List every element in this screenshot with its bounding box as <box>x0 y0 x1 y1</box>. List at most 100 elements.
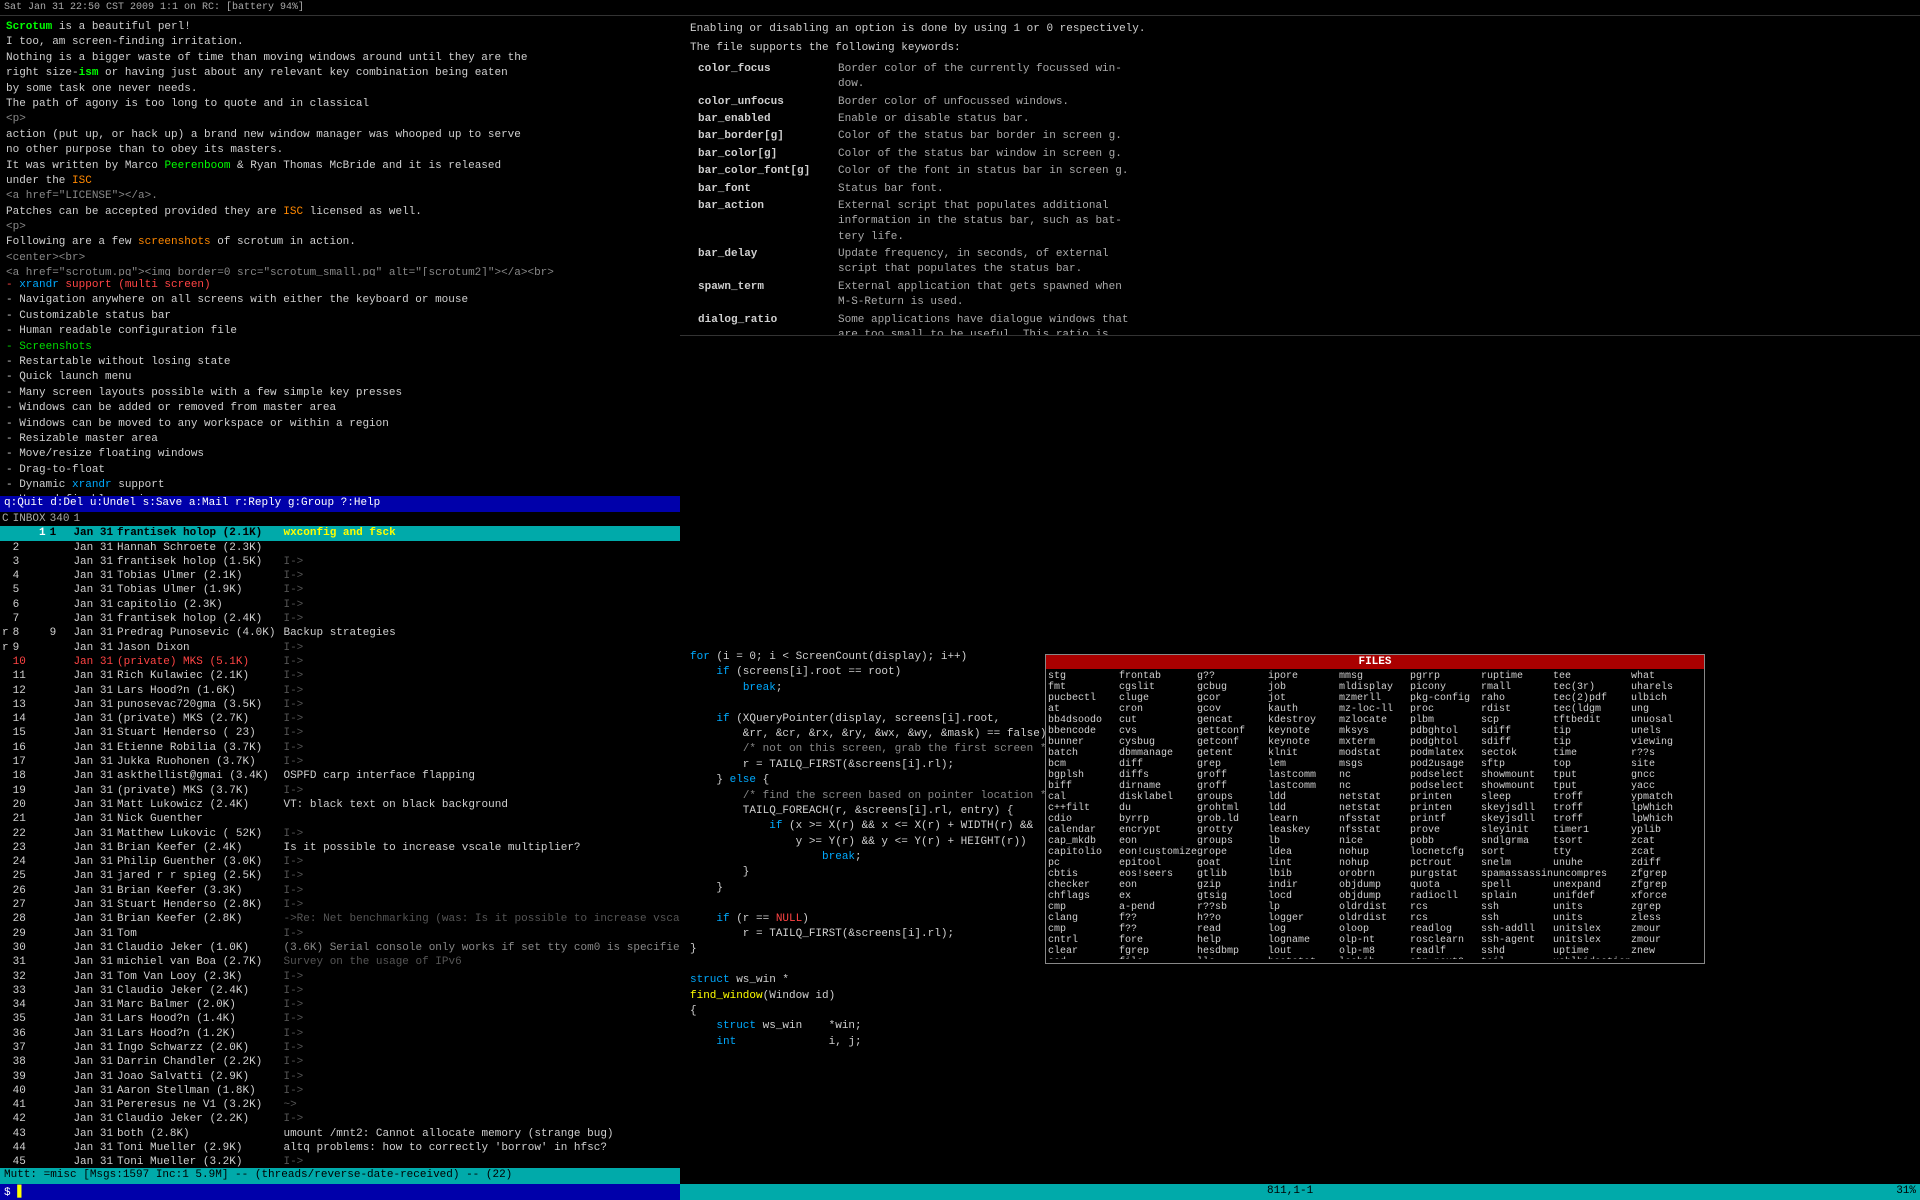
file-item: hoststat <box>1268 957 1339 959</box>
file-item: r??sb <box>1197 902 1268 913</box>
file-item: frontab <box>1119 671 1197 682</box>
vim-status-bar: 811,1-1 31% <box>680 1184 1920 1200</box>
file-item: lb <box>1268 836 1339 847</box>
mutt-msg-row[interactable]: 5 Jan 31Tobias Ulmer (1.9K)I-> <box>0 583 680 597</box>
file-item: zmour <box>1631 924 1702 935</box>
mutt-inbox[interactable]: C INBOX 340 1 1 1 Jan 31 <box>0 512 680 1168</box>
mutt-msg-row[interactable]: 36 Jan 31Lars Hood?n (1.2K)I-> <box>0 1027 680 1041</box>
mutt-msg-row[interactable]: 14 Jan 31(private) MKS (2.7K)I-> <box>0 712 680 726</box>
file-item: unels <box>1631 726 1702 737</box>
file-item: nc <box>1339 770 1410 781</box>
mutt-msg-row[interactable]: 18 Jan 31askthellist@gmai (3.4K)OSPFD ca… <box>0 769 680 783</box>
file-item: pgrrp <box>1410 671 1481 682</box>
file-item: nfsstat <box>1339 825 1410 836</box>
mutt-msg-row[interactable]: 26 Jan 31Brian Keefer (3.3K)I-> <box>0 884 680 898</box>
mutt-msg-row[interactable]: 2 Jan 31Hannah Schroete (2.3K) <box>0 541 680 555</box>
files-overlay: FILES stg frontab g?? ipore mmsg pgrrp r… <box>1045 654 1705 964</box>
file-item: time <box>1553 748 1631 759</box>
file-item: grep <box>1197 759 1268 770</box>
file-item: cron <box>1119 704 1197 715</box>
file-item: site <box>1631 759 1702 770</box>
mutt-msg-row[interactable]: 20 Jan 31Matt Lukowicz (2.4K)VT: black t… <box>0 798 680 812</box>
file-item: pc <box>1048 858 1119 869</box>
file-item: keynote <box>1268 726 1339 737</box>
mutt-msg-row[interactable]: 41 Jan 31Pereresus ne V1 (3.2K)~> <box>0 1098 680 1112</box>
file-item: cgslit <box>1119 682 1197 693</box>
files-grid: stg frontab g?? ipore mmsg pgrrp ruptime… <box>1046 669 1704 959</box>
file-item: unifdef <box>1553 891 1631 902</box>
file-item: rcs <box>1410 913 1481 924</box>
file-item: clang <box>1048 913 1119 924</box>
mutt-msg-row[interactable]: 45 Jan 31Toni Mueller (3.2K)I-> <box>0 1155 680 1168</box>
mutt-msg-row[interactable]: 22 Jan 31Matthew Lukovic ( 52K)I-> <box>0 827 680 841</box>
mutt-msg-row[interactable]: 4 Jan 31Tobias Ulmer (2.1K)I-> <box>0 569 680 583</box>
file-item: skeyjsdll <box>1481 814 1553 825</box>
file-item: pdbghtol <box>1410 726 1481 737</box>
file-item: groff <box>1197 770 1268 781</box>
mutt-msg-row[interactable]: 32 Jan 31Tom Van Looy (2.3K)I-> <box>0 970 680 984</box>
mutt-msg-row[interactable]: 25 Jan 31jared r r spieg (2.5K)I-> <box>0 869 680 883</box>
file-item: mxterm <box>1339 737 1410 748</box>
mutt-msg-row[interactable]: 29 Jan 31TomI-> <box>0 927 680 941</box>
mutt-msg-row[interactable]: 15 Jan 31Stuart Henderso ( 23)I-> <box>0 726 680 740</box>
file-item: cysbug <box>1119 737 1197 748</box>
mutt-msg-row[interactable]: 37 Jan 31Ingo Schwarzz (2.0K)I-> <box>0 1041 680 1055</box>
mutt-msg-row[interactable]: 33 Jan 31Claudio Jeker (2.4K)I-> <box>0 984 680 998</box>
mutt-cmd[interactable]: $ ▋ <box>0 1184 680 1200</box>
mutt-msg-row[interactable]: 6 Jan 31capitolio (2.3K)I-> <box>0 598 680 612</box>
code-line: struct ws_win * <box>690 973 1910 988</box>
mutt-msg-row[interactable]: 30 Jan 31Claudio Jeker (1.0K)(3.6K) Seri… <box>0 941 680 955</box>
mutt-msg-row[interactable]: r89Jan 31Predrag Punosevic (4.0K)Backup … <box>0 626 680 640</box>
mutt-msg-row[interactable]: 12 Jan 31Lars Hood?n (1.6K)I-> <box>0 684 680 698</box>
file-item: sleyinit <box>1481 825 1553 836</box>
file-item <box>1631 957 1702 959</box>
file-item: tail <box>1481 957 1553 959</box>
mutt-msg-row[interactable]: 39 Jan 31Joao Salvatti (2.9K)I-> <box>0 1070 680 1084</box>
file-item: purgstat <box>1410 869 1481 880</box>
file-item: klnit <box>1268 748 1339 759</box>
mutt-msg-row[interactable]: 44 Jan 31Toni Mueller (2.9K)altq problem… <box>0 1141 680 1155</box>
mutt-msg-row[interactable]: 27 Jan 31Stuart Henderso (2.8K)I-> <box>0 898 680 912</box>
file-item: eos!seers <box>1119 869 1197 880</box>
mutt-bar: q:Quit d:Del u:Undel s:Save a:Mail r:Rep… <box>0 496 680 512</box>
file-item: epitool <box>1119 858 1197 869</box>
file-item: cmp <box>1048 924 1119 935</box>
mutt-msg-row[interactable]: 43 Jan 31both (2.8K)umount /mnt2: Cannot… <box>0 1127 680 1141</box>
mutt-msg-row[interactable]: 21 Jan 31Nick Guenther <box>0 812 680 826</box>
file-item: troff <box>1553 792 1631 803</box>
mutt-msg-row[interactable]: 28 Jan 31Brian Keefer (2.8K)->Re: Net be… <box>0 912 680 926</box>
mutt-msg-row[interactable]: 40 Jan 31Aaron Stellman (1.8K)I-> <box>0 1084 680 1098</box>
mutt-msg-row-selected[interactable]: 1 1 Jan 31 frantisek holop (2.1K) wxconf… <box>0 526 680 540</box>
file-item: ldd <box>1268 792 1339 803</box>
mutt-msg-row[interactable]: 16 Jan 31Etienne Robilia (3.7K)I-> <box>0 741 680 755</box>
file-item: podghtol <box>1410 737 1481 748</box>
mutt-msg-row[interactable]: 13 Jan 31punosevac720gma (3.5K)I-> <box>0 698 680 712</box>
file-item: logname <box>1268 935 1339 946</box>
mutt-msg-row[interactable]: 19 Jan 31(private) MKS (3.7K)I-> <box>0 784 680 798</box>
file-item: ipore <box>1268 671 1339 682</box>
file-item: gcor <box>1197 693 1268 704</box>
file-item: oldrdist <box>1339 913 1410 924</box>
mutt-msg-row[interactable]: 7 Jan 31frantisek holop (2.4K)I-> <box>0 612 680 626</box>
mutt-msg-row[interactable]: 24 Jan 31Philip Guenther (3.0K)I-> <box>0 855 680 869</box>
file-item: nice <box>1339 836 1410 847</box>
file-item: lint <box>1268 858 1339 869</box>
mutt-msg-row[interactable]: 11 Jan 31Rich Kulawiec (2.1K)I-> <box>0 669 680 683</box>
file-item: job <box>1268 682 1339 693</box>
mutt-folder-row[interactable]: C INBOX 340 1 <box>0 512 680 526</box>
mutt-msg-row[interactable]: 42 Jan 31Claudio Jeker (2.2K)I-> <box>0 1112 680 1126</box>
mutt-msg-row[interactable]: r9 Jan 31Jason DixonI-> <box>0 641 680 655</box>
mutt-msg-row[interactable]: 31 Jan 31michiel van Boa (2.7K)Survey on… <box>0 955 680 969</box>
file-item: netstat <box>1339 792 1410 803</box>
mutt-msg-row[interactable]: 17 Jan 31Jukka Ruohonen (3.7K)I-> <box>0 755 680 769</box>
mutt-msg-row[interactable]: 34 Jan 31Marc Balmer (2.0K)I-> <box>0 998 680 1012</box>
mutt-msg-row[interactable]: 10 Jan 31(private) MKS (5.1K)I-> <box>0 655 680 669</box>
keywords-table: color_focusBorder color of the currently… <box>690 61 1136 336</box>
mutt-msg-row[interactable]: 3 Jan 31frantisek holop (1.5K)I-> <box>0 555 680 569</box>
file-item: scp <box>1481 715 1553 726</box>
mutt-msg-row[interactable]: 35 Jan 31Lars Hood?n (1.4K)I-> <box>0 1012 680 1026</box>
mutt-msg-row[interactable]: 38 Jan 31Darrin Chandler (2.2K)I-> <box>0 1055 680 1069</box>
mutt-msg-row[interactable]: 23 Jan 31Brian Keefer (2.4K)Is it possib… <box>0 841 680 855</box>
file-item: lout <box>1268 946 1339 957</box>
file-item: cbtis <box>1048 869 1119 880</box>
